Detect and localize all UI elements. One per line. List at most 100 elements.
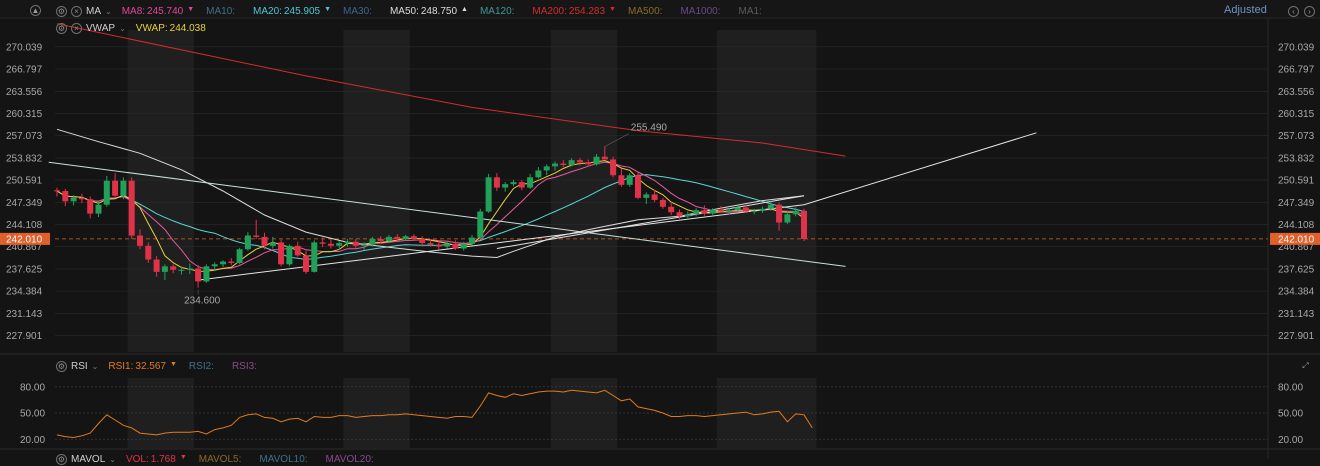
price-tick-right-3: 260.315 <box>1278 109 1315 120</box>
candle-body-64 <box>585 162 592 165</box>
candle-body-27 <box>278 242 285 265</box>
candle-body-74 <box>668 206 675 213</box>
rsi-indicator-name: RSI <box>71 360 88 372</box>
candle-body-81 <box>726 210 733 212</box>
candle-body-71 <box>643 194 650 198</box>
candle-body-25 <box>261 236 268 246</box>
rsi-values: RSI1: 32.567 ▼ RSI2: RSI3: <box>108 361 275 372</box>
candle-body-50 <box>469 237 475 244</box>
close-icon[interactable]: × <box>71 5 82 17</box>
candle-body-86 <box>767 204 774 209</box>
candle-body-37 <box>361 244 368 246</box>
price-tick-right-4: 257.073 <box>1278 131 1315 142</box>
candle-body-75 <box>676 212 683 217</box>
ma-value-2: 245.905 <box>283 5 321 17</box>
candle-body-80 <box>718 209 724 212</box>
price-tick-left-5: 253.832 <box>6 153 43 164</box>
price-tick-right-11: 234.384 <box>1278 287 1315 298</box>
candle-body-85 <box>759 208 766 211</box>
candle-body-32 <box>319 242 326 244</box>
current-price-label-right: 242.010 <box>1278 234 1315 245</box>
nav-right-icon[interactable]: › <box>1304 6 1315 17</box>
candle-body-51 <box>477 211 484 238</box>
vol-key-3: MAVOL20: <box>325 453 374 465</box>
price-tick-left-11: 234.384 <box>6 287 43 298</box>
rsi-tick-left-0: 80.00 <box>20 382 45 393</box>
chevron-down-icon[interactable]: ⌄ <box>105 7 112 16</box>
rsi-key-1: RSI2: <box>188 360 214 372</box>
ma-arrow-0: ▼ <box>187 5 195 13</box>
candle-body-46 <box>435 244 442 247</box>
candle-body-22 <box>236 249 243 263</box>
candle-body-84 <box>751 210 758 212</box>
candle-body-77 <box>693 210 700 215</box>
vol-indicator-name: MAVOL <box>71 453 106 465</box>
price-tick-right-5: 253.832 <box>1278 153 1315 164</box>
rsi-tick-right-2: 20.00 <box>1278 435 1303 446</box>
expand-icon[interactable]: ⤢ <box>1300 360 1311 371</box>
adjusted-toggle[interactable]: Adjusted <box>1224 4 1267 16</box>
price-tick-right-8: 244.108 <box>1278 220 1315 231</box>
close-icon[interactable]: × <box>71 22 82 34</box>
price-tick-left-1: 266.797 <box>6 65 43 76</box>
candle-body-44 <box>419 238 426 244</box>
candle-body-3 <box>78 197 85 200</box>
candle-body-4 <box>87 199 94 214</box>
annotation-label-0: 255.490 <box>631 123 668 134</box>
candle-body-43 <box>410 236 417 239</box>
rsi-key-2: RSI3: <box>231 360 257 372</box>
candle-body-41 <box>394 236 401 239</box>
chevron-down-icon[interactable]: ⌄ <box>119 24 126 33</box>
ma-indicator-name: MA <box>86 5 101 17</box>
settings-icon[interactable]: ⚙ <box>56 5 67 17</box>
stock-chart[interactable]: 270.039 270.039 266.797 266.797 263.556 263.5… <box>0 0 1320 459</box>
candle-body-78 <box>701 210 708 214</box>
candle-body-76 <box>684 214 691 217</box>
ma-key-8: MA1000: <box>680 5 721 17</box>
candle-body-70 <box>635 175 641 198</box>
price-tick-right-2: 263.556 <box>1278 87 1315 98</box>
ma-key-3: MA30: <box>343 5 372 17</box>
candle-body-69 <box>626 175 633 185</box>
chevron-down-icon[interactable]: ⌄ <box>92 362 99 371</box>
ma-key-0: MA8: <box>121 5 146 17</box>
ma-value-6: 254.283 <box>568 5 606 17</box>
candle-body-53 <box>493 177 500 188</box>
price-tick-left-8: 244.108 <box>6 220 43 231</box>
ma-arrow-6: ▼ <box>609 5 616 13</box>
candle-body-13 <box>161 266 168 272</box>
chevron-down-icon[interactable]: ⌄ <box>109 455 116 464</box>
vol-arrow-0: ▼ <box>179 453 187 461</box>
settings-icon[interactable]: ⚙ <box>56 22 67 34</box>
session-band-2 <box>550 30 618 352</box>
collapse-triangle-icon[interactable]: ▲ <box>30 5 41 16</box>
candle-body-67 <box>610 159 617 176</box>
price-tick-left-7: 247.349 <box>6 198 43 209</box>
rsi-tick-left-1: 50.00 <box>20 409 45 420</box>
candle-body-1 <box>62 191 69 202</box>
vol-values: VOL: 1.768 ▼ MAVOL5: MAVOL10: MAVOL20: <box>126 454 392 465</box>
candle-body-8 <box>120 180 127 196</box>
candle-body-10 <box>137 235 143 246</box>
candle-body-83 <box>742 207 749 212</box>
rsi-key-0: RSI1: <box>108 360 134 372</box>
price-tick-right-10: 237.625 <box>1278 264 1315 275</box>
vwap-indicator-name: VWAP <box>86 22 116 34</box>
vol-value-0: 1.768 <box>150 453 176 465</box>
candle-body-0 <box>54 190 60 192</box>
candle-body-56 <box>518 182 525 188</box>
nav-left-icon[interactable]: ‹ <box>1288 6 1299 17</box>
price-tick-left-4: 257.073 <box>6 131 43 142</box>
rsi-header: ⚙ RSI ⌄ RSI1: 32.567 ▼ RSI2: RSI3: <box>56 359 275 373</box>
price-tick-left-10: 237.625 <box>6 264 43 275</box>
settings-icon[interactable]: ⚙ <box>56 360 67 372</box>
rsi-tick-right-1: 50.00 <box>1278 409 1303 420</box>
price-tick-left-13: 227.901 <box>6 331 43 342</box>
price-tick-right-1: 266.797 <box>1278 65 1315 76</box>
settings-icon[interactable]: ⚙ <box>56 453 67 465</box>
price-tick-right-13: 227.901 <box>1278 331 1315 342</box>
vwap-key: VWAP: <box>135 22 168 34</box>
candle-body-66 <box>601 156 608 160</box>
price-tick-left-2: 263.556 <box>6 87 43 98</box>
ma-key-2: MA20: <box>253 5 282 17</box>
